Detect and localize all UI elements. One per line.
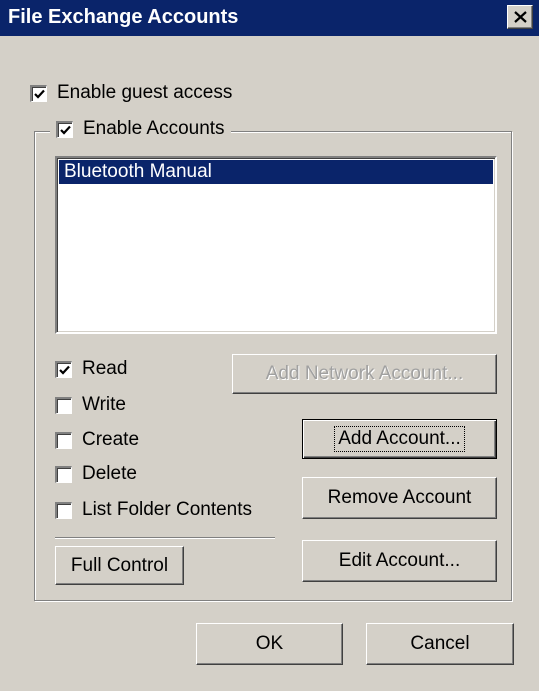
checkbox-box [55,360,72,378]
add-account-label: Add Account... [334,426,465,452]
checkbox-box [55,396,72,414]
enable-accounts-checkbox[interactable]: Enable Accounts [50,118,231,140]
delete-checkbox[interactable]: Delete [55,463,137,485]
read-label: Read [82,358,128,379]
checkbox-box [55,431,72,449]
add-account-button[interactable]: Add Account... [302,419,497,459]
ok-label: OK [255,633,284,654]
title-bar: File Exchange Accounts [0,0,539,36]
accounts-listbox[interactable]: Bluetooth Manual [55,156,497,334]
cancel-label: Cancel [410,633,470,654]
create-label: Create [82,429,140,450]
close-icon [514,11,527,23]
window-title: File Exchange Accounts [8,6,239,28]
separator [55,537,275,539]
checkbox-box [55,501,72,519]
add-network-account-label: Add Network Account... [265,363,464,384]
close-button[interactable] [507,5,533,29]
full-control-button[interactable]: Full Control [55,546,184,585]
write-checkbox[interactable]: Write [55,394,126,416]
create-checkbox[interactable]: Create [55,429,139,451]
checkbox-box [55,465,72,483]
full-control-label: Full Control [70,554,169,576]
edit-account-button[interactable]: Edit Account... [302,540,497,582]
remove-account-button[interactable]: Remove Account [302,477,497,519]
checkmark-icon [60,125,71,135]
checkbox-box [56,120,73,138]
add-network-account-button[interactable]: Add Network Account... [232,354,497,394]
list-folder-contents-checkbox[interactable]: List Folder Contents [55,499,252,521]
checkmark-icon [59,365,70,375]
enable-accounts-label: Enable Accounts [83,118,225,139]
write-label: Write [82,394,126,415]
remove-account-label: Remove Account [327,487,472,508]
enable-guest-access-label: Enable guest access [57,82,233,103]
read-checkbox[interactable]: Read [55,358,127,380]
edit-account-label: Edit Account... [338,550,461,571]
list-item[interactable]: Bluetooth Manual [59,160,493,184]
enable-guest-access-checkbox[interactable]: Enable guest access [30,82,232,104]
checkbox-box [30,84,47,102]
delete-label: Delete [82,463,137,484]
ok-button[interactable]: OK [196,623,343,665]
list-folder-contents-label: List Folder Contents [82,499,253,520]
checkmark-icon [34,89,45,99]
cancel-button[interactable]: Cancel [366,623,514,665]
